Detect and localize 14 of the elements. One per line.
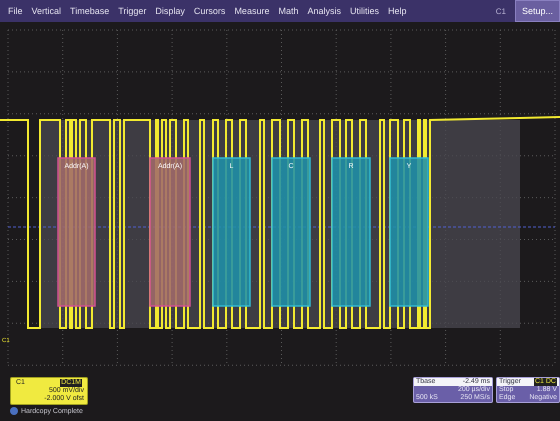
menu-item[interactable]: Help <box>388 6 407 16</box>
menu-item[interactable]: Trigger <box>118 6 146 16</box>
menu-item[interactable]: Vertical <box>32 6 62 16</box>
menu-item[interactable]: Measure <box>234 6 270 16</box>
info-icon <box>10 407 18 415</box>
menu-item[interactable]: Cursors <box>194 6 226 16</box>
menu-item[interactable]: Utilities <box>350 6 379 16</box>
channel-label: C1 <box>496 6 506 16</box>
menu-item[interactable]: Analysis <box>307 6 341 16</box>
setup-button[interactable]: Setup... <box>514 0 560 22</box>
menu-item[interactable]: Timebase <box>70 6 110 16</box>
menu-item[interactable]: Math <box>278 6 298 16</box>
menu-item[interactable]: File <box>8 6 23 16</box>
menu-item[interactable]: Display <box>155 6 185 16</box>
